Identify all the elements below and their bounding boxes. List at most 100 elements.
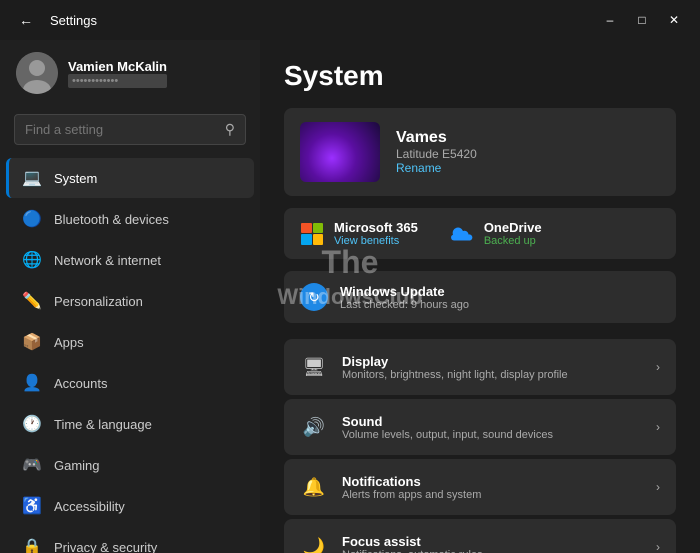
avatar: [16, 52, 58, 94]
display-text: Display Monitors, brightness, night ligh…: [342, 354, 642, 381]
sidebar-item-network[interactable]: 🌐 Network & internet: [6, 240, 254, 280]
sidebar-item-label-privacy: Privacy & security: [54, 540, 157, 553]
device-model: Latitude E5420: [396, 147, 477, 161]
back-button[interactable]: ←: [12, 9, 40, 31]
sidebar-nav: 💻 System 🔵 Bluetooth & devices 🌐 Network…: [0, 157, 260, 553]
device-name: Vames: [396, 129, 477, 147]
focus-chevron: ›: [656, 540, 660, 553]
sidebar-item-label-bluetooth: Bluetooth & devices: [54, 212, 169, 227]
user-name: Vamien McKalin: [68, 59, 167, 74]
device-thumbnail: [300, 122, 380, 182]
titlebar-controls: – □ ✕: [596, 9, 688, 31]
ms365-grid-icon: [301, 223, 323, 245]
sidebar-item-label-time: Time & language: [54, 417, 152, 432]
device-rename-button[interactable]: Rename: [396, 161, 477, 175]
notifications-desc: Alerts from apps and system: [342, 489, 642, 501]
setting-item-notifications[interactable]: 🔔 Notifications Alerts from apps and sys…: [284, 459, 676, 515]
main-content: System Vames Latitude E5420 Rename: [260, 40, 700, 553]
user-info: Vamien McKalin ••••••••••••: [68, 59, 167, 88]
sidebar-item-gaming[interactable]: 🎮 Gaming: [6, 445, 254, 485]
display-icon: 🖥: [300, 353, 328, 381]
bluetooth-icon: 🔵: [22, 209, 42, 229]
sidebar-item-label-gaming: Gaming: [54, 458, 100, 473]
search-box: ⚲: [14, 114, 246, 145]
setting-item-sound[interactable]: 🔊 Sound Volume levels, output, input, so…: [284, 399, 676, 455]
user-email: ••••••••••••: [68, 74, 167, 88]
microsoft365-content: Microsoft 365 View benefits: [334, 220, 418, 247]
maximize-button[interactable]: □: [628, 9, 656, 31]
search-container: ⚲: [0, 106, 260, 157]
services-row: Microsoft 365 View benefits OneDrive Bac…: [284, 208, 676, 259]
search-input[interactable]: [25, 122, 217, 137]
user-profile[interactable]: Vamien McKalin ••••••••••••: [0, 40, 260, 106]
sidebar-item-personalization[interactable]: ✏️ Personalization: [6, 281, 254, 321]
titlebar-left: ← Settings: [12, 9, 97, 31]
sidebar-item-label-personalization: Personalization: [54, 294, 143, 309]
sidebar-item-privacy[interactable]: 🔒 Privacy & security: [6, 527, 254, 553]
sound-chevron: ›: [656, 420, 660, 434]
minimize-button[interactable]: –: [596, 9, 624, 31]
sound-title: Sound: [342, 414, 642, 429]
sidebar-item-time[interactable]: 🕐 Time & language: [6, 404, 254, 444]
notifications-chevron: ›: [656, 480, 660, 494]
onedrive-item: OneDrive Backed up: [450, 220, 542, 247]
network-icon: 🌐: [22, 250, 42, 270]
sidebar-item-system[interactable]: 💻 System: [6, 158, 254, 198]
settings-list: 🖥 Display Monitors, brightness, night li…: [284, 339, 676, 553]
microsoft365-subtitle[interactable]: View benefits: [334, 235, 418, 247]
sidebar-item-label-accounts: Accounts: [54, 376, 107, 391]
sidebar-item-label-system: System: [54, 171, 97, 186]
search-icon: ⚲: [225, 121, 235, 138]
sidebar-item-bluetooth[interactable]: 🔵 Bluetooth & devices: [6, 199, 254, 239]
display-chevron: ›: [656, 360, 660, 374]
notifications-text: Notifications Alerts from apps and syste…: [342, 474, 642, 501]
windows-update-icon: ↻: [300, 283, 328, 311]
privacy-icon: 🔒: [22, 537, 42, 553]
windows-update-title: Windows Update: [340, 284, 469, 299]
personalization-icon: ✏️: [22, 291, 42, 311]
onedrive-title: OneDrive: [484, 220, 542, 235]
windows-update-row[interactable]: ↻ Windows Update Last checked: 9 hours a…: [284, 271, 676, 323]
microsoft365-icon: [300, 222, 324, 246]
apps-icon: 📦: [22, 332, 42, 352]
sidebar-item-accounts[interactable]: 👤 Accounts: [6, 363, 254, 403]
titlebar: ← Settings – □ ✕: [0, 0, 700, 40]
onedrive-subtitle[interactable]: Backed up: [484, 235, 542, 247]
microsoft365-title: Microsoft 365: [334, 220, 418, 235]
sidebar-item-label-apps: Apps: [54, 335, 84, 350]
sidebar: Vamien McKalin •••••••••••• ⚲ 💻 System 🔵…: [0, 40, 260, 553]
sound-icon: 🔊: [300, 413, 328, 441]
notifications-icon: 🔔: [300, 473, 328, 501]
focus-text: Focus assist Notifications, automatic ru…: [342, 534, 642, 553]
sound-desc: Volume levels, output, input, sound devi…: [342, 429, 642, 441]
sidebar-item-label-network: Network & internet: [54, 253, 161, 268]
gaming-icon: 🎮: [22, 455, 42, 475]
focus-icon: 🌙: [300, 533, 328, 553]
focus-desc: Notifications, automatic rules: [342, 549, 642, 553]
display-title: Display: [342, 354, 642, 369]
device-info: Vames Latitude E5420 Rename: [396, 129, 477, 175]
app-body: Vamien McKalin •••••••••••• ⚲ 💻 System 🔵…: [0, 40, 700, 553]
notifications-title: Notifications: [342, 474, 642, 489]
sidebar-item-accessibility[interactable]: ♿ Accessibility: [6, 486, 254, 526]
accessibility-icon: ♿: [22, 496, 42, 516]
close-button[interactable]: ✕: [660, 9, 688, 31]
windows-update-info: Windows Update Last checked: 9 hours ago: [340, 284, 469, 311]
avatar-image: [16, 52, 58, 94]
focus-title: Focus assist: [342, 534, 642, 549]
app-title: Settings: [50, 13, 97, 28]
setting-item-focus[interactable]: 🌙 Focus assist Notifications, automatic …: [284, 519, 676, 553]
setting-item-display[interactable]: 🖥 Display Monitors, brightness, night li…: [284, 339, 676, 395]
sound-text: Sound Volume levels, output, input, soun…: [342, 414, 642, 441]
page-title: System: [284, 60, 676, 92]
onedrive-icon: [450, 222, 474, 246]
accounts-icon: 👤: [22, 373, 42, 393]
onedrive-content: OneDrive Backed up: [484, 220, 542, 247]
sidebar-item-apps[interactable]: 📦 Apps: [6, 322, 254, 362]
display-desc: Monitors, brightness, night light, displ…: [342, 369, 642, 381]
microsoft365-item: Microsoft 365 View benefits: [300, 220, 418, 247]
device-card: Vames Latitude E5420 Rename: [284, 108, 676, 196]
windows-update-subtitle: Last checked: 9 hours ago: [340, 299, 469, 311]
time-icon: 🕐: [22, 414, 42, 434]
sidebar-item-label-accessibility: Accessibility: [54, 499, 125, 514]
